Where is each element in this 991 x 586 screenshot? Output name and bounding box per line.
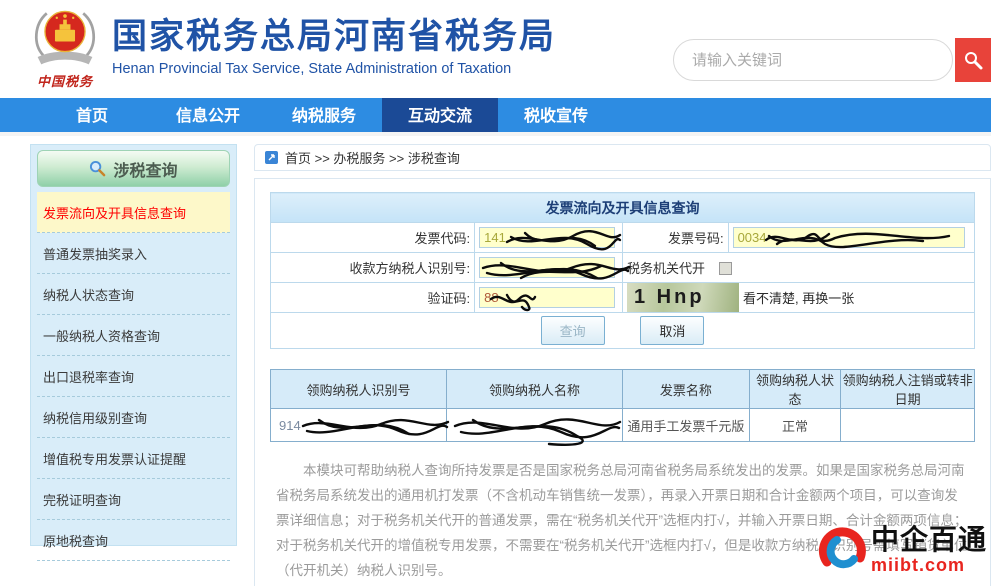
invoice-code-label: 发票代码: [271, 223, 475, 253]
buyer-status-cell: 正常 [749, 409, 841, 442]
sidebar-item-lottery-entry[interactable]: 普通发票抽奖录入 [37, 233, 230, 274]
watermark-name: 中企百通 [871, 525, 987, 556]
captcha-input[interactable] [479, 287, 615, 308]
deregister-date-cell [841, 409, 975, 442]
nav-item-tax-publicity[interactable]: 税收宣传 [498, 98, 614, 132]
captcha-image[interactable]: 1 Hnp [627, 283, 739, 312]
breadcrumb[interactable]: 首页 >> 办税服务 >> 涉税查询 [254, 144, 991, 171]
query-button[interactable]: 查询 [541, 316, 605, 345]
page: 中国税务 国家税务总局河南省税务局 Henan Provincial Tax S… [0, 0, 991, 586]
query-result-table: 领购纳税人识别号 领购纳税人名称 发票名称 领购纳税人状态 领购纳税人注销或转非… [270, 369, 975, 442]
sidebar-item-credit-rating[interactable]: 纳税信用级别查询 [37, 397, 230, 438]
invoice-code-input[interactable] [479, 227, 615, 248]
sidebar-item-vat-certification[interactable]: 增值税专用发票认证提醒 [37, 438, 230, 479]
main-nav: 首页 信息公开 纳税服务 互动交流 税收宣传 [0, 98, 991, 136]
national-emblem-icon [28, 6, 102, 68]
site-search [673, 38, 991, 82]
invoice-name-cell: 通用手工发票千元版 [623, 409, 750, 442]
buyer-tin-cell: 914 [271, 409, 447, 442]
site-subtitle-en: Henan Provincial Tax Service, State Admi… [112, 61, 556, 77]
search-input[interactable] [673, 39, 953, 81]
breadcrumb-icon [265, 151, 278, 164]
tax-authority-issued-label: 税务机关代开 [627, 261, 705, 276]
nav-item-interaction[interactable]: 互动交流 [382, 98, 498, 132]
watermark-logo-icon [817, 524, 869, 576]
invoice-number-label: 发票号码: [622, 223, 728, 253]
col-header-invoice-name: 发票名称 [623, 370, 750, 409]
invoice-query-form: 发票流向及开具信息查询 发票代码: [270, 192, 975, 349]
search-icon [962, 49, 984, 71]
payee-tin-label: 收款方纳税人识别号: [271, 253, 475, 283]
col-header-deregister-date: 领购纳税人注销或转非日期 [841, 370, 975, 409]
nav-item-info-disclosure[interactable]: 信息公开 [150, 98, 266, 132]
nav-item-home[interactable]: 首页 [34, 98, 150, 132]
sidebar-item-tax-certificate[interactable]: 完税证明查询 [37, 479, 230, 520]
sidebar-item-invoice-flow-query[interactable]: 发票流向及开具信息查询 [37, 192, 230, 233]
logo-caption: 中国税务 [22, 71, 108, 90]
buyer-name-cell [447, 409, 623, 442]
captcha-refresh-link[interactable]: 看不清楚, 再换一张 [743, 288, 854, 307]
redaction-scribble [453, 412, 623, 448]
col-header-buyer-status: 领购纳税人状态 [749, 370, 841, 409]
cancel-button[interactable]: 取消 [640, 316, 704, 345]
col-header-buyer-tin: 领购纳税人识别号 [271, 370, 447, 409]
sidebar-item-local-tax[interactable]: 原地税查询 [37, 520, 230, 561]
form-title: 发票流向及开具信息查询 [271, 193, 975, 223]
sidebar-item-general-taxpayer[interactable]: 一般纳税人资格查询 [37, 315, 230, 356]
redaction-scribble [301, 412, 451, 442]
table-row: 914 [271, 409, 975, 442]
watermark: 中企百通 miibt.com [817, 524, 987, 576]
sidebar: 涉税查询 发票流向及开具信息查询 普通发票抽奖录入 纳税人状态查询 一般纳税人资… [30, 144, 237, 546]
sidebar-title[interactable]: 涉税查询 [37, 150, 230, 187]
invoice-number-input[interactable] [733, 227, 966, 248]
site-header: 中国税务 国家税务总局河南省税务局 Henan Provincial Tax S… [0, 0, 991, 98]
sidebar-item-taxpayer-status[interactable]: 纳税人状态查询 [37, 274, 230, 315]
tax-authority-issued-checkbox[interactable] [719, 262, 732, 275]
nav-item-tax-service[interactable]: 纳税服务 [266, 98, 382, 132]
search-button[interactable] [955, 38, 991, 82]
captcha-label: 验证码: [271, 283, 475, 313]
payee-tin-input[interactable] [479, 257, 615, 278]
site-title: 国家税务总局河南省税务局 [112, 14, 556, 60]
col-header-buyer-name: 领购纳税人名称 [447, 370, 623, 409]
main-content: 首页 >> 办税服务 >> 涉税查询 发票流向及开具信息查询 发票代码: [254, 144, 991, 586]
sidebar-item-export-rebate[interactable]: 出口退税率查询 [37, 356, 230, 397]
tax-bureau-logo: 中国税务 [22, 6, 108, 90]
watermark-site: miibt.com [871, 556, 987, 576]
magnifier-icon [89, 160, 106, 177]
